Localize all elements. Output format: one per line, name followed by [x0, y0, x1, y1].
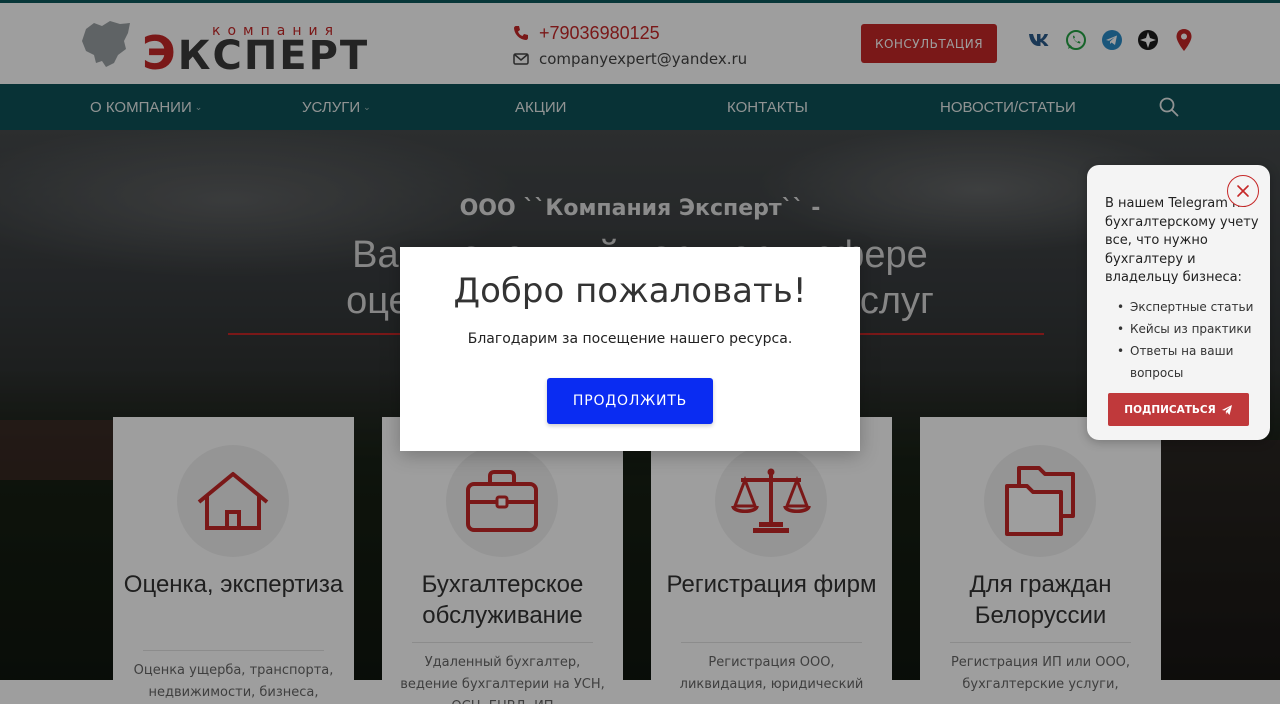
subscribe-button[interactable]: ПОДПИСАТЬСЯ	[1108, 393, 1249, 426]
subscribe-button-label: ПОДПИСАТЬСЯ	[1124, 403, 1216, 416]
paper-plane-icon	[1221, 404, 1232, 415]
telegram-popup-text: В нашем Telegram по бухгалтерскому учету…	[1105, 196, 1259, 285]
list-item: Экспертные статьи	[1113, 296, 1263, 318]
telegram-popup-list: Экспертные статьи Кейсы из практики Отве…	[1113, 296, 1263, 384]
list-item: Ответы на ваши вопросы	[1113, 340, 1263, 384]
telegram-popup: В нашем Telegram по бухгалтерскому учету…	[1087, 165, 1270, 440]
continue-button[interactable]: ПРОДОЛЖИТЬ	[547, 378, 713, 424]
modal-title: Добро пожаловать!	[453, 271, 807, 311]
page: компания ЭКСПЕРТ +79036980125 companyexp…	[0, 0, 1280, 704]
welcome-modal: Добро пожаловать! Благодарим за посещени…	[400, 247, 860, 451]
modal-text: Благодарим за посещение нашего ресурса.	[467, 331, 793, 347]
list-item: Кейсы из практики	[1113, 318, 1263, 340]
close-icon[interactable]	[1227, 175, 1259, 207]
